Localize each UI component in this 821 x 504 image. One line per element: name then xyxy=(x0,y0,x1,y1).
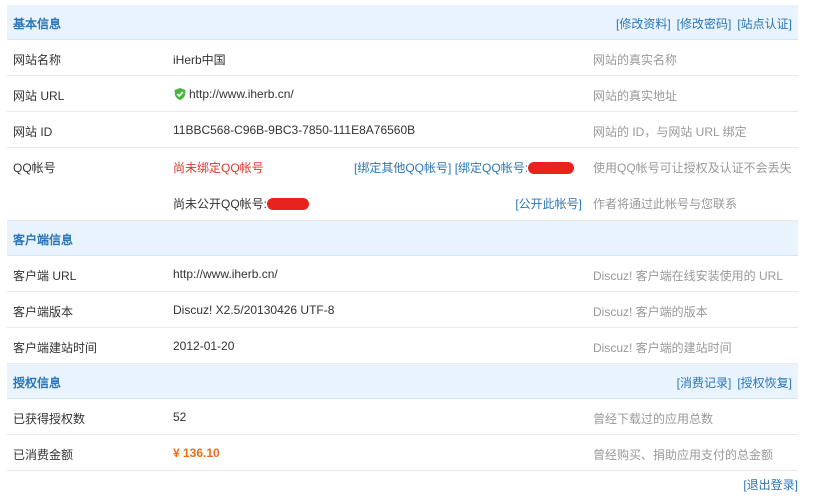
table-row: 客户端版本 Discuz! X2.5/20130426 UTF-8 Discuz… xyxy=(7,292,798,328)
edit-profile-link[interactable]: [修改资料] xyxy=(616,17,671,31)
logout-link[interactable]: [退出登录] xyxy=(743,476,798,493)
row-label: 客户端版本 xyxy=(13,305,74,319)
redacted-public-qq xyxy=(267,198,310,210)
row-description: Discuz! 客户端在线安装使用的 URL xyxy=(593,269,784,283)
row-value: Discuz! X2.5/20130426 UTF-8 xyxy=(173,303,335,317)
site-info-table: 基本信息 [修改资料] [修改密码] [站点认证] 网站名称 iHerb中国 网站的… xyxy=(7,5,798,471)
section-header-client: 客户端信息 xyxy=(7,221,798,256)
qq-public-status-text: 尚未公开QQ帐号: xyxy=(173,197,268,211)
section-title-basic: 基本信息 xyxy=(13,17,62,31)
row-description: 网站的真实名称 xyxy=(593,53,678,67)
row-description: Discuz! 客户端的版本 xyxy=(593,305,708,319)
row-description: 作者将通过此帐号与您联系 xyxy=(593,197,738,211)
qq-bind-status: 尚未绑定QQ帐号 xyxy=(173,161,264,175)
publish-account-link[interactable]: [公开此帐号] xyxy=(515,195,582,212)
bind-other-qq-link[interactable]: [绑定其他QQ帐号] xyxy=(354,161,451,175)
qq-bind-actions: [绑定其他QQ帐号] [绑定QQ帐号: xyxy=(354,159,575,176)
table-row: 已消费金额 ¥ 136.10 曾经购买、捐助应用支付的总金额 xyxy=(7,435,798,471)
row-description: 曾经下载过的应用总数 xyxy=(593,412,714,426)
row-value: iHerb中国 xyxy=(173,53,226,67)
table-row: 已获得授权数 52 曾经下载过的应用总数 xyxy=(7,399,798,435)
row-label: 已消费金额 xyxy=(13,448,74,462)
bind-qq-link-label: [绑定QQ帐号: xyxy=(454,161,529,175)
site-verify-link[interactable]: [站点认证] xyxy=(737,17,792,31)
row-description: 网站的真实地址 xyxy=(593,89,678,103)
row-value: 2012-01-20 xyxy=(173,339,235,353)
row-description: Discuz! 客户端的建站时间 xyxy=(593,341,732,355)
auth-actions: [消费记录] [授权恢复] xyxy=(677,374,792,391)
section-title-client: 客户端信息 xyxy=(13,233,74,247)
section-title-auth: 授权信息 xyxy=(13,376,62,390)
bind-qq-link[interactable]: [绑定QQ帐号: xyxy=(454,161,575,175)
row-label: 网站 URL xyxy=(13,89,65,103)
site-url-value: http://www.iherb.cn/ xyxy=(189,87,294,101)
table-row-qq: QQ帐号 尚未绑定QQ帐号 [绑定其他QQ帐号] [绑定QQ帐号: 使用QQ帐号… xyxy=(7,148,798,221)
row-description: 使用QQ帐号可让授权及认证不会丢失 xyxy=(593,161,792,175)
row-value: http://www.iherb.cn/ xyxy=(173,267,278,281)
row-description: 网站的 ID，与网站 URL 绑定 xyxy=(593,125,747,139)
qq-public-status: 尚未公开QQ帐号: xyxy=(173,195,310,212)
restore-license-link[interactable]: [授权恢复] xyxy=(737,376,792,390)
row-description: 曾经购买、捐助应用支付的总金额 xyxy=(593,448,774,462)
section-header-basic: 基本信息 [修改资料] [修改密码] [站点认证] xyxy=(7,5,798,40)
purchase-history-link[interactable]: [消费记录] xyxy=(677,376,732,390)
row-label: 网站名称 xyxy=(13,53,62,67)
change-password-link[interactable]: [修改密码] xyxy=(677,17,732,31)
row-label: QQ帐号 xyxy=(13,161,56,175)
shield-check-icon xyxy=(174,88,186,100)
table-row-site-url: 网站 URL http://www.iherb.cn/ 网站的真实地址 xyxy=(7,76,798,112)
table-row: 客户端建站时间 2012-01-20 Discuz! 客户端的建站时间 xyxy=(7,328,798,364)
redacted-qq-number xyxy=(528,162,575,174)
basic-actions: [修改资料] [修改密码] [站点认证] xyxy=(616,15,792,32)
table-row-site-id: 网站 ID 11BBC568-C96B-9BC3-7850-111E8A7656… xyxy=(7,112,798,148)
table-row: 客户端 URL http://www.iherb.cn/ Discuz! 客户端… xyxy=(7,256,798,292)
row-value: 52 xyxy=(173,410,187,424)
row-value: http://www.iherb.cn/ xyxy=(173,87,294,101)
row-label: 网站 ID xyxy=(13,125,53,139)
amount-spent-value: ¥ 136.10 xyxy=(173,446,220,460)
row-label: 已获得授权数 xyxy=(13,412,86,426)
table-row-site-name: 网站名称 iHerb中国 网站的真实名称 xyxy=(7,40,798,76)
row-value: 11BBC568-C96B-9BC3-7850-111E8A76560B xyxy=(173,123,416,137)
row-label: 客户端建站时间 xyxy=(13,341,98,355)
row-label: 客户端 URL xyxy=(13,269,77,283)
section-header-auth: 授权信息 [消费记录] [授权恢复] xyxy=(7,364,798,399)
